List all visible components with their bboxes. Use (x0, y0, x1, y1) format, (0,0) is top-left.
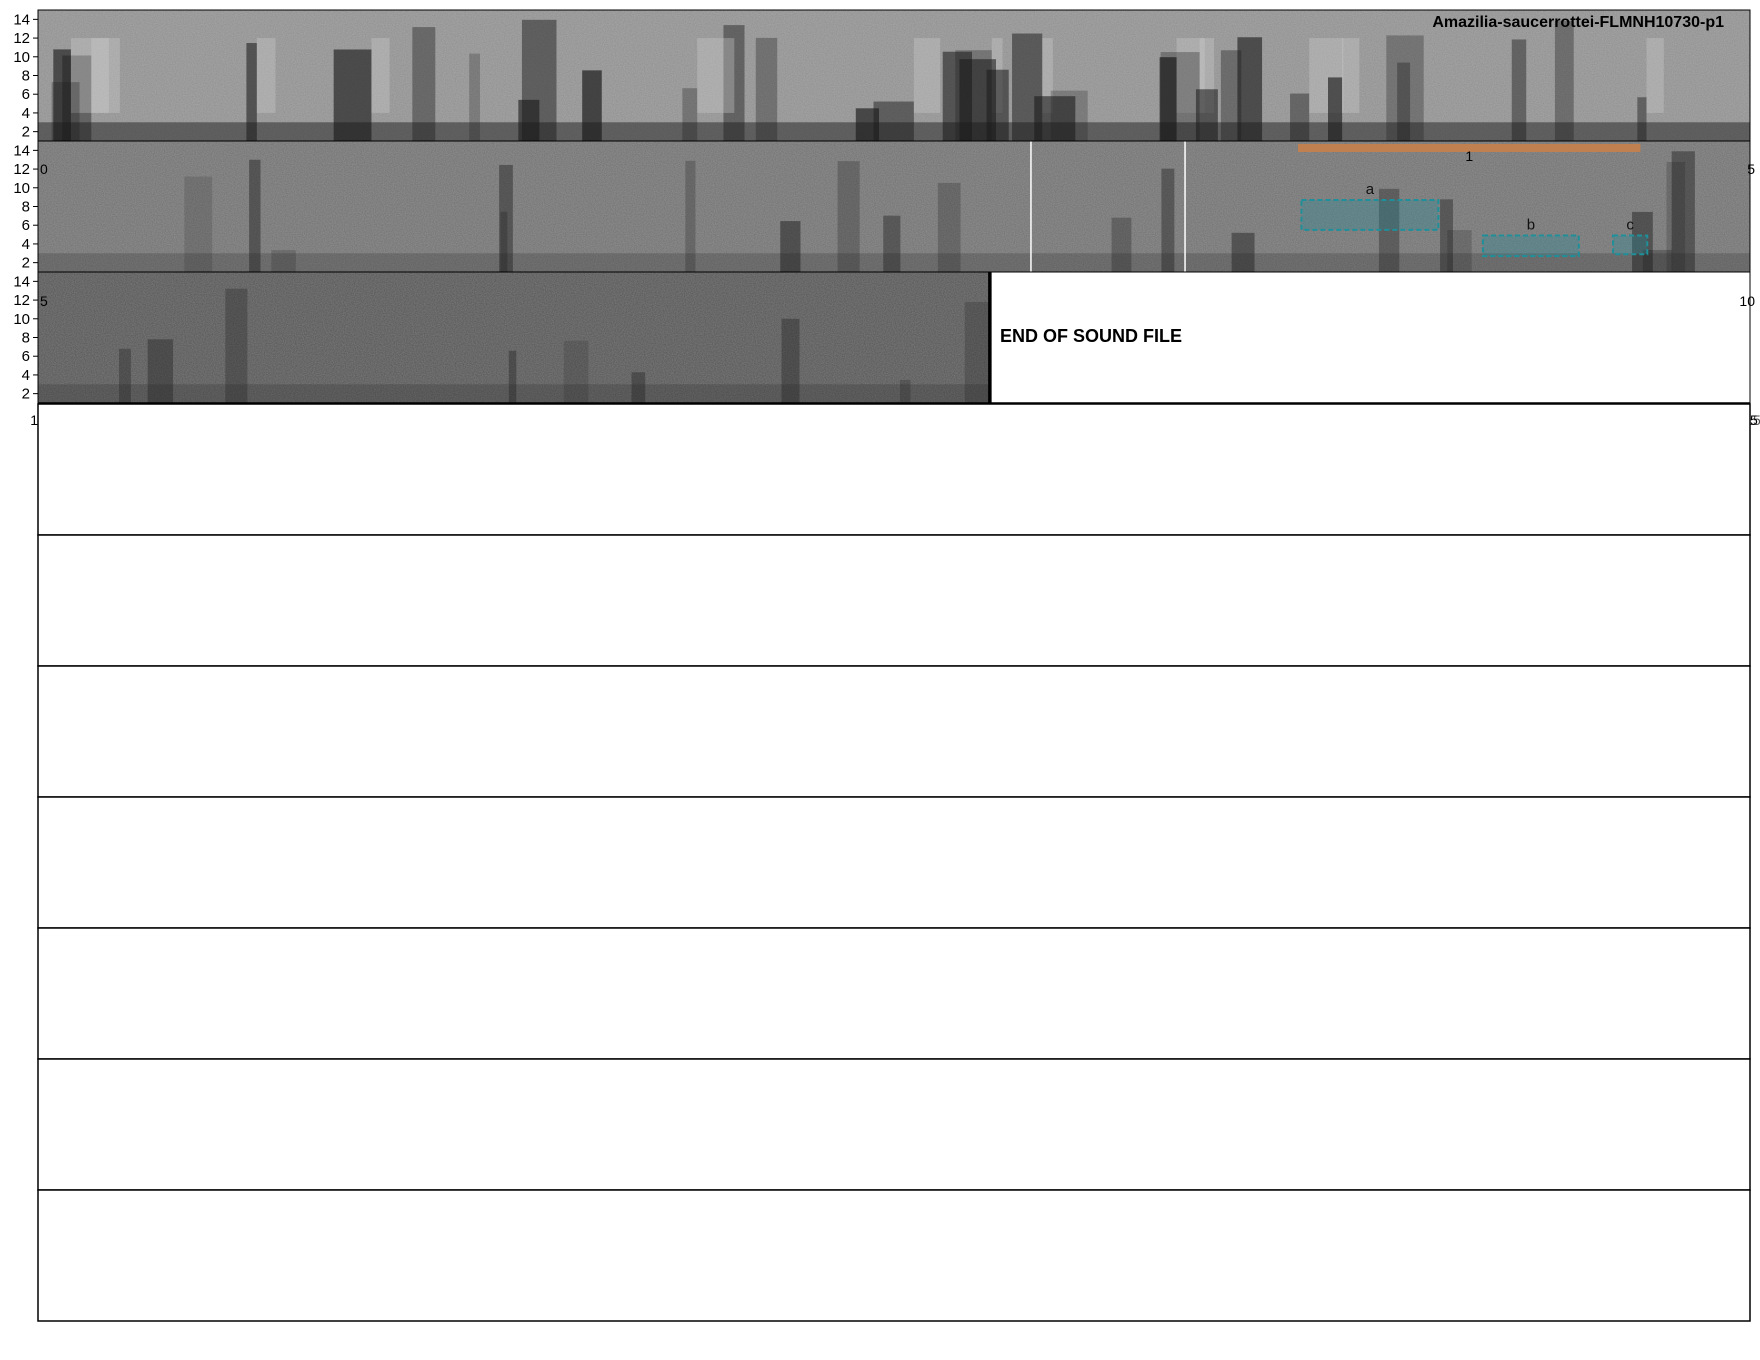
annotation-box-b (1481, 234, 1580, 258)
empty-row (37, 927, 1751, 1060)
call-energy (964, 301, 990, 403)
call-energy (855, 108, 880, 141)
frequency-tick-label: 12 (13, 161, 30, 178)
harmonic-light (697, 38, 735, 113)
call-energy (147, 339, 174, 403)
call-energy (682, 88, 698, 141)
row-edge-label: 5 (1747, 161, 1755, 177)
row-edge-label: 0 (40, 161, 48, 177)
call-energy (937, 182, 961, 272)
call-energy (900, 379, 911, 403)
call-energy (883, 215, 901, 272)
call-energy (1511, 39, 1527, 141)
annotation-box-c (1612, 234, 1649, 256)
spectrogram-figure: 1ab c 246810121424681012142468101214 0 55 1… (13, 9, 1760, 1322)
annotation-box-a (1300, 198, 1440, 231)
call-energy (184, 176, 213, 272)
frequency-tick-label: 6 (22, 217, 30, 234)
harmonic-light (913, 38, 941, 113)
call-energy (1161, 168, 1175, 272)
frequency-tick-label: 14 (13, 273, 30, 290)
frequency-tick-label: 4 (22, 105, 30, 122)
frequency-tick-label: 4 (22, 367, 30, 384)
harmonic-light (256, 38, 276, 113)
call-energy (1290, 93, 1310, 141)
call-energy (225, 288, 248, 403)
frequency-tick-label: 4 (22, 236, 30, 253)
call-energy (755, 37, 778, 141)
call-energy (563, 340, 589, 403)
annotation-label-a: a (1366, 181, 1375, 198)
row-edge-label: 5 (40, 293, 48, 309)
frequency-tick-label: 10 (13, 311, 30, 328)
call-energy (781, 318, 800, 403)
call-energy (499, 164, 513, 272)
empty-row (37, 1058, 1751, 1191)
end-of-file-label: END OF SOUND FILE (1000, 326, 1182, 346)
frequency-tick-label: 2 (22, 124, 30, 141)
call-energy (521, 19, 557, 141)
empty-row (37, 534, 1751, 667)
row-edge-label: 10 (1739, 293, 1755, 309)
call-energy (780, 221, 801, 272)
call-energy (1447, 230, 1472, 272)
call-energy (412, 27, 436, 141)
frequency-tick-label: 8 (22, 199, 30, 216)
call-energy (1160, 52, 1200, 142)
frequency-tick-label: 8 (22, 330, 30, 347)
frequency-tick-label: 6 (22, 348, 30, 365)
spectrogram-rows (37, 9, 1751, 404)
call-energy (508, 350, 517, 403)
frequency-tick-label: 8 (22, 68, 30, 85)
call-energy (333, 49, 372, 141)
frequency-tick-label: 10 (13, 49, 30, 66)
frequency-tick-label: 12 (13, 292, 30, 309)
call-energy (469, 53, 480, 141)
call-energy (1328, 77, 1343, 141)
frequency-tick-label: 2 (22, 255, 30, 272)
call-energy (1554, 21, 1574, 142)
frequency-axes: 246810121424681012142468101214 (13, 10, 39, 403)
call-energy (873, 101, 914, 141)
call-energy (631, 372, 646, 403)
harmonic-light (1646, 38, 1664, 113)
frequency-tick-label: 10 (13, 180, 30, 197)
call-energy (249, 159, 261, 272)
chart-title: Amazilia-saucerrottei-FLMNH10730-p1 (1432, 14, 1724, 31)
call-energy (1666, 161, 1686, 272)
call-energy (582, 70, 602, 141)
call-energy (1231, 232, 1255, 272)
frequency-tick-label: 14 (13, 142, 30, 159)
frequency-tick-label: 6 (22, 86, 30, 103)
annotation-label-b: b (1527, 217, 1535, 234)
call-energy (1637, 97, 1647, 141)
frequency-tick-label: 2 (22, 386, 30, 403)
call-energy (1237, 37, 1263, 141)
harmonic-light (1342, 38, 1360, 113)
empty-rows (37, 403, 1751, 1322)
call-energy (1386, 35, 1424, 141)
call-energy (1034, 96, 1076, 141)
frequency-tick-label: 12 (13, 30, 30, 47)
empty-row (37, 796, 1751, 929)
empty-row (37, 665, 1751, 798)
call-energy (986, 69, 1009, 141)
motif-label: 1 (1465, 148, 1473, 164)
call-energy (271, 250, 296, 272)
annotation-label-c: c (1626, 217, 1634, 234)
harmonic-light (371, 38, 390, 113)
call-energy (246, 43, 257, 141)
call-energy (837, 161, 860, 272)
call-energy (119, 348, 131, 403)
call-energy (942, 51, 973, 141)
empty-row (37, 403, 1751, 536)
call-energy (685, 160, 696, 272)
empty-row (37, 1189, 1751, 1322)
frequency-tick-label: 14 (13, 11, 30, 28)
call-energy (1195, 89, 1218, 141)
call-energy (1111, 217, 1132, 272)
call-energy (51, 82, 80, 141)
